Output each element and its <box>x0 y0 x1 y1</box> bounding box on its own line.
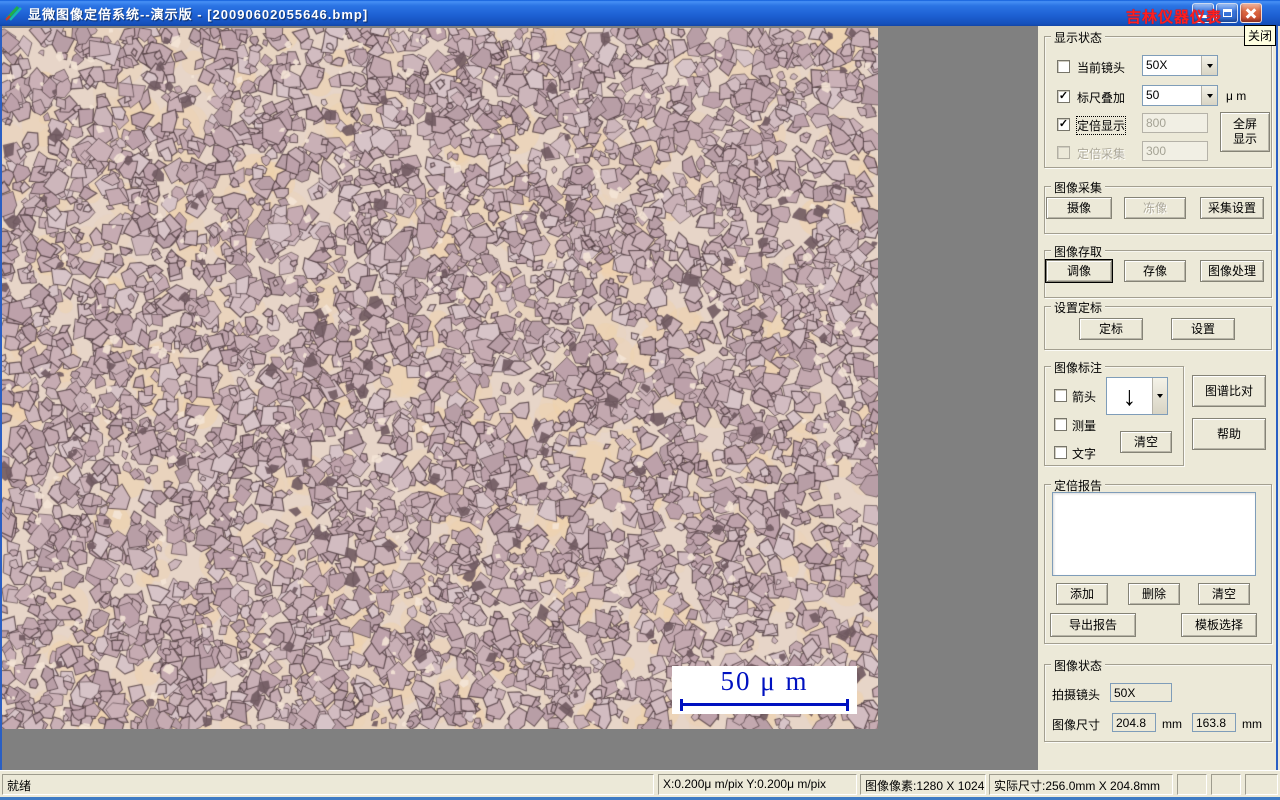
group-image-status-title: 图像状态 <box>1051 657 1105 674</box>
status-pixel-scale: X:0.200μ m/pix Y:0.200μ m/pix <box>658 774 857 795</box>
fixed-display-checkbox[interactable]: ✓ <box>1057 118 1070 131</box>
capture-settings-button[interactable]: 采集设置 <box>1200 197 1264 219</box>
clear-report-button[interactable]: 清空 <box>1198 583 1250 605</box>
current-lens-value: 50X <box>1143 56 1201 75</box>
arrow-style-combobox[interactable]: ↓ <box>1106 377 1168 415</box>
measure-label: 测量 <box>1072 417 1096 434</box>
ruler-value: 50 <box>1143 86 1201 105</box>
chevron-down-icon[interactable] <box>1201 56 1217 75</box>
group-annotation-title: 图像标注 <box>1051 359 1105 376</box>
app-window: 显微图像定倍系统--演示版 - [20090602055646.bmp] 吉林仪… <box>0 0 1280 800</box>
arrow-checkbox[interactable] <box>1054 389 1067 402</box>
text-label: 文字 <box>1072 445 1096 462</box>
fixed-display-label: 定倍显示 <box>1077 117 1125 134</box>
image-width-field[interactable] <box>1112 713 1156 732</box>
current-lens-checkbox[interactable] <box>1057 60 1070 73</box>
status-spare-1 <box>1177 774 1207 795</box>
template-select-button[interactable]: 模板选择 <box>1181 613 1257 637</box>
clear-annotation-button[interactable]: 清空 <box>1120 431 1172 453</box>
camera-button[interactable]: 摄像 <box>1046 197 1112 219</box>
image-size-label: 图像尺寸 <box>1052 716 1100 733</box>
brand-overlay-text: 吉林仪器仪表 <box>1126 6 1276 27</box>
group-storage-title: 图像存取 <box>1051 243 1105 260</box>
scale-bar-line <box>680 699 849 711</box>
current-lens-label: 当前镜头 <box>1077 59 1125 76</box>
text-checkbox[interactable] <box>1054 446 1067 459</box>
current-lens-combobox[interactable]: 50X <box>1142 55 1218 76</box>
help-button[interactable]: 帮助 <box>1192 418 1266 450</box>
export-report-button[interactable]: 导出报告 <box>1050 613 1136 637</box>
close-tooltip: 关闭 <box>1244 25 1276 46</box>
image-height-unit: mm <box>1242 717 1262 731</box>
report-listbox[interactable] <box>1052 492 1256 576</box>
fixed-capture-checkbox <box>1057 146 1070 159</box>
status-spare-3 <box>1245 774 1278 795</box>
ruler-value-combobox[interactable]: 50 <box>1142 85 1218 106</box>
add-button[interactable]: 添加 <box>1056 583 1108 605</box>
group-display-status-title: 显示状态 <box>1051 29 1105 46</box>
image-height-field[interactable] <box>1192 713 1236 732</box>
scale-bar-overlay: 50 μ m <box>672 666 857 714</box>
status-ready: 就绪 <box>2 774 654 795</box>
down-arrow-icon: ↓ <box>1107 378 1152 414</box>
measure-checkbox[interactable] <box>1054 418 1067 431</box>
chevron-down-icon[interactable] <box>1201 86 1217 105</box>
fixed-capture-label: 定倍采集 <box>1077 145 1125 162</box>
titlebar: 显微图像定倍系统--演示版 - [20090602055646.bmp] <box>0 0 1280 26</box>
group-capture-title: 图像采集 <box>1051 179 1105 196</box>
lens-label: 拍摄镜头 <box>1052 686 1100 703</box>
status-actual-size: 实际尺寸:256.0mm X 204.8mm <box>989 774 1173 795</box>
freeze-button: 冻像 <box>1124 197 1186 219</box>
delete-button[interactable]: 删除 <box>1128 583 1180 605</box>
load-image-button[interactable]: 调像 <box>1046 260 1112 282</box>
app-icon <box>5 4 23 22</box>
window-title: 显微图像定倍系统--演示版 - [20090602055646.bmp] <box>28 4 368 23</box>
image-width-unit: mm <box>1162 717 1182 731</box>
image-process-button[interactable]: 图像处理 <box>1200 260 1264 282</box>
fixed-display-input <box>1142 113 1208 133</box>
status-image-pixels: 图像像素:1280 X 1024 <box>860 774 986 795</box>
scale-bar-label: 50 μ m <box>672 666 857 697</box>
group-calibration-title: 设置定标 <box>1051 299 1105 316</box>
settings-button[interactable]: 设置 <box>1171 318 1235 340</box>
save-image-button[interactable]: 存像 <box>1124 260 1186 282</box>
micrograph-canvas[interactable] <box>2 28 878 729</box>
fullscreen-button[interactable]: 全屏显示 <box>1220 112 1270 152</box>
atlas-compare-button[interactable]: 图谱比对 <box>1192 375 1266 407</box>
arrow-label: 箭头 <box>1072 388 1096 405</box>
ruler-overlay-label: 标尺叠加 <box>1077 89 1125 106</box>
ruler-unit-label: μ m <box>1226 89 1246 103</box>
fixed-capture-input <box>1142 141 1208 161</box>
statusbar: 就绪 X:0.200μ m/pix Y:0.200μ m/pix 图像像素:12… <box>0 770 1280 797</box>
chevron-down-icon[interactable] <box>1152 378 1167 414</box>
lens-value-field[interactable] <box>1110 683 1172 702</box>
status-spare-2 <box>1211 774 1241 795</box>
calibrate-button[interactable]: 定标 <box>1079 318 1143 340</box>
ruler-overlay-checkbox[interactable]: ✓ <box>1057 90 1070 103</box>
